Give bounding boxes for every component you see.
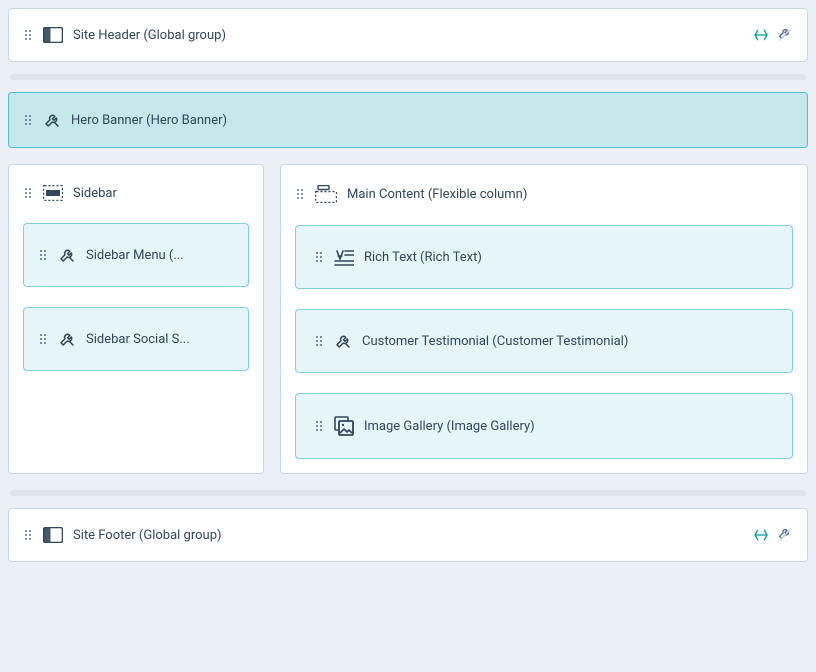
hero-banner-block[interactable]: Hero Banner (Hero Banner) — [8, 92, 808, 148]
sidebar-column[interactable]: Sidebar Sidebar Menu (... — [8, 164, 264, 474]
site-header-label: Site Header (Global group) — [73, 28, 226, 43]
site-header-block[interactable]: Site Header (Global group) — [8, 8, 808, 62]
main-content-column[interactable]: Main Content (Flexible column) Rich Text… — [280, 164, 808, 474]
divider — [10, 490, 806, 496]
drag-handle-icon[interactable] — [23, 30, 33, 40]
layout-footer-icon — [43, 527, 63, 543]
drag-handle-icon[interactable] — [314, 421, 324, 431]
drag-handle-icon[interactable] — [23, 188, 33, 198]
hero-banner-label: Hero Banner (Hero Banner) — [71, 113, 227, 128]
site-footer-label: Site Footer (Global group) — [73, 528, 222, 543]
sidebar-menu-module[interactable]: Sidebar Menu (... — [23, 223, 249, 287]
rich-text-icon — [334, 248, 354, 266]
module-label: Customer Testimonial (Customer Testimoni… — [362, 334, 628, 349]
tools-icon — [334, 332, 352, 350]
drag-handle-icon[interactable] — [314, 252, 324, 262]
drag-handle-icon[interactable] — [38, 334, 48, 344]
module-label: Sidebar Menu (... — [86, 248, 184, 263]
module-label: Rich Text (Rich Text) — [364, 250, 482, 265]
tools-icon — [58, 330, 76, 348]
section-icon — [43, 185, 63, 201]
module-label: Sidebar Social S... — [86, 332, 190, 347]
tools-icon — [43, 111, 61, 129]
customer-testimonial-module[interactable]: Customer Testimonial (Customer Testimoni… — [295, 309, 793, 373]
layout-header-icon — [43, 27, 63, 43]
drag-handle-icon[interactable] — [38, 250, 48, 260]
drag-handle-icon[interactable] — [23, 115, 33, 125]
image-gallery-icon — [334, 416, 354, 436]
image-gallery-module[interactable]: Image Gallery (Image Gallery) — [295, 393, 793, 459]
sidebar-social-module[interactable]: Sidebar Social S... — [23, 307, 249, 371]
divider — [10, 74, 806, 80]
sidebar-label: Sidebar — [73, 186, 117, 201]
tools-disabled-icon[interactable] — [777, 527, 793, 543]
tools-disabled-icon[interactable] — [777, 27, 793, 43]
recycle-icon[interactable] — [753, 527, 769, 543]
site-footer-block[interactable]: Site Footer (Global group) — [8, 508, 808, 562]
drag-handle-icon[interactable] — [314, 336, 324, 346]
recycle-icon[interactable] — [753, 27, 769, 43]
module-label: Image Gallery (Image Gallery) — [364, 419, 535, 434]
drag-handle-icon[interactable] — [23, 530, 33, 540]
main-content-label: Main Content (Flexible column) — [347, 187, 527, 202]
rich-text-module[interactable]: Rich Text (Rich Text) — [295, 225, 793, 289]
drag-handle-icon[interactable] — [295, 189, 305, 199]
tools-icon — [58, 246, 76, 264]
flexible-column-icon — [315, 185, 337, 203]
